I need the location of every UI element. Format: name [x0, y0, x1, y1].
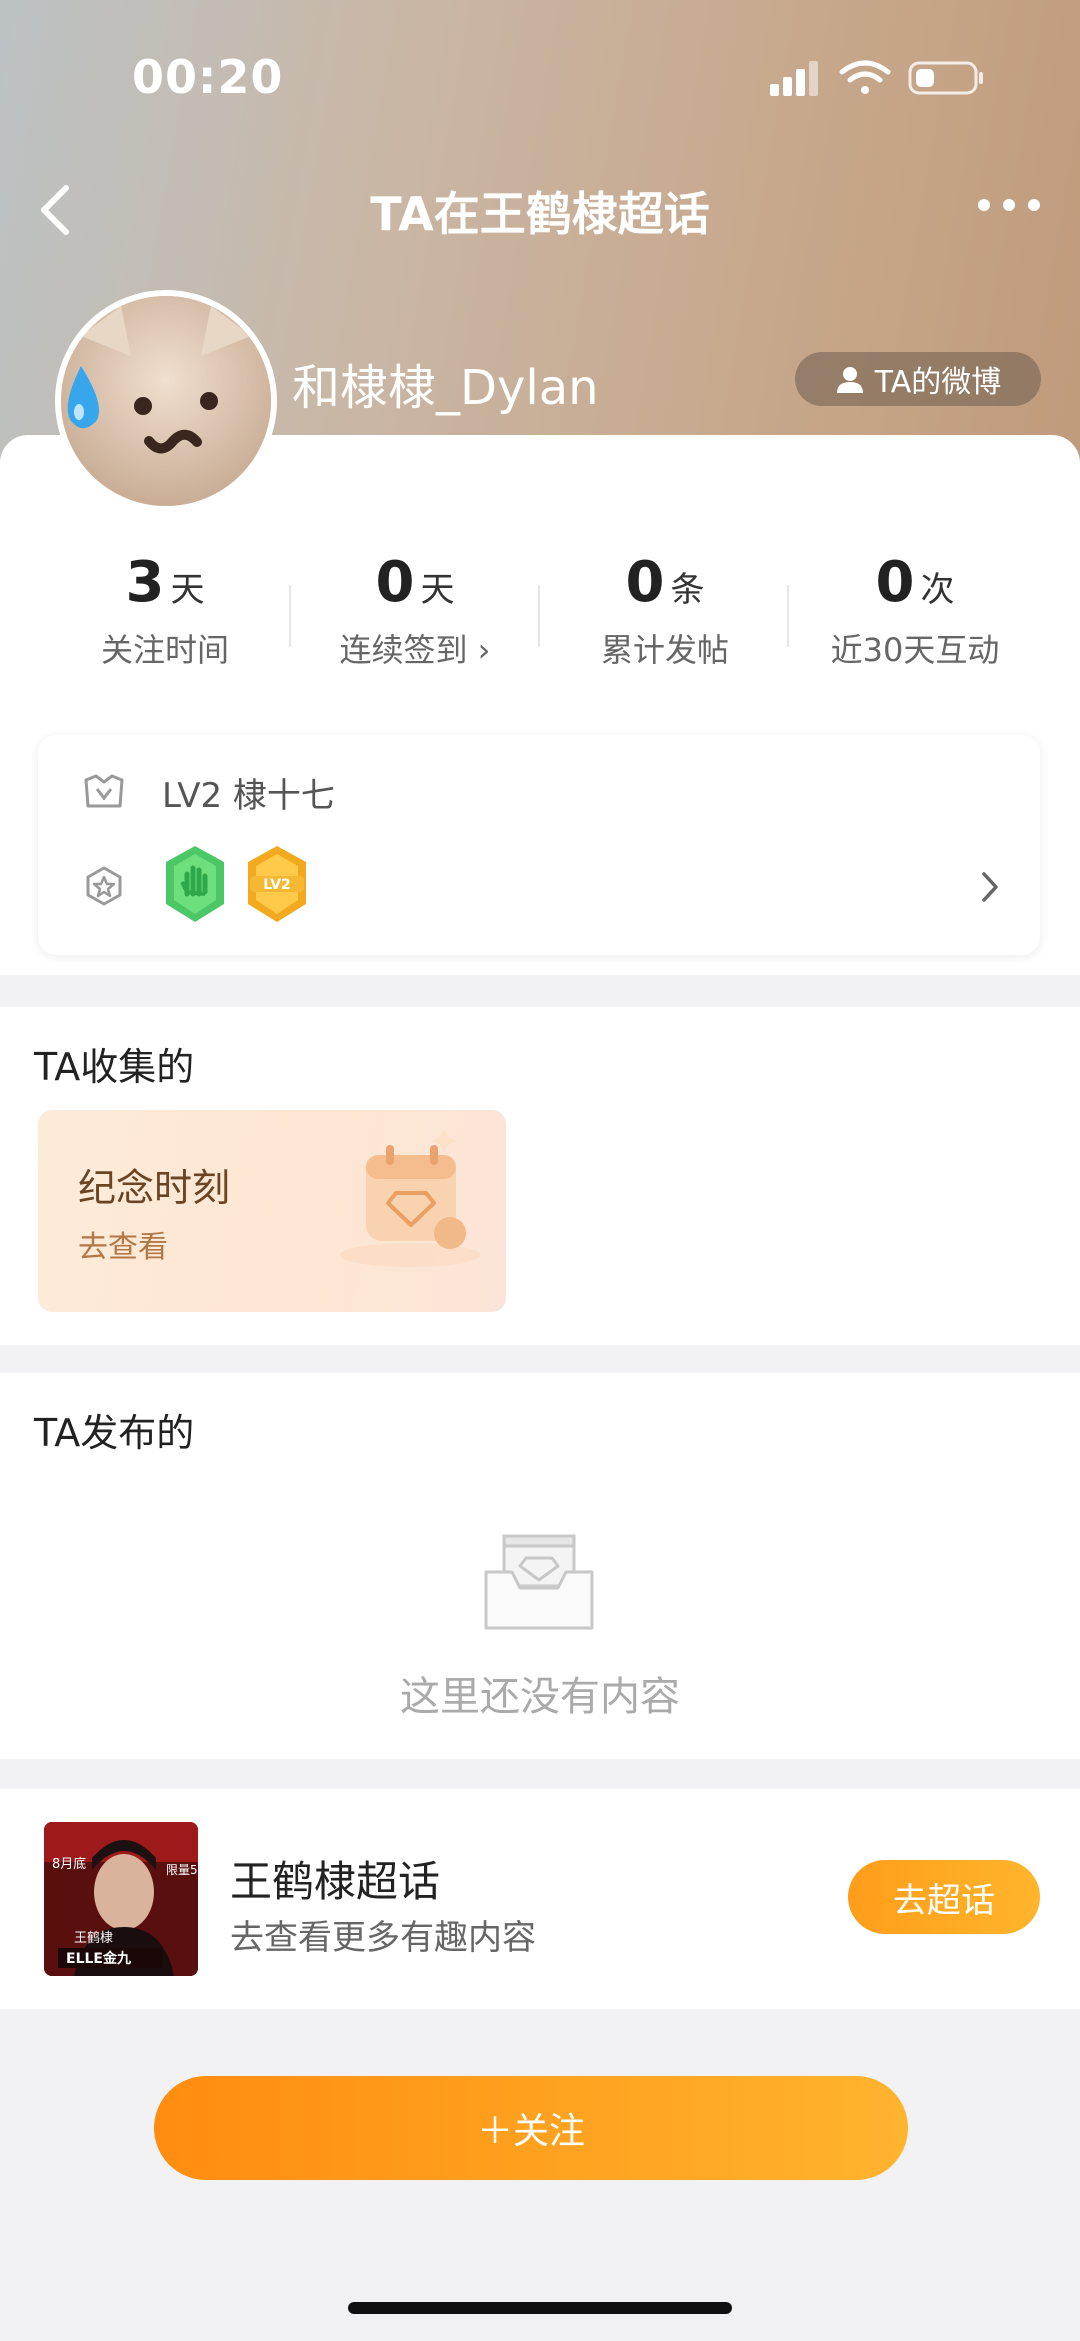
signal-icon — [770, 61, 818, 96]
stat-label: 关注时间 — [100, 631, 229, 669]
empty-box-icon — [484, 1534, 594, 1630]
stat-unit: 天 — [170, 570, 205, 610]
go-super-topic-button[interactable]: 去超话 — [848, 1860, 1040, 1934]
view-weibo-label: TA的微博 — [874, 365, 1002, 400]
cover-name: 王鹤棣 — [74, 1930, 113, 1946]
stat-interactions: 0次 近30天互动 — [790, 550, 1040, 671]
level-crown-icon — [84, 774, 124, 808]
level-badge-icon[interactable]: LV2 — [242, 842, 312, 926]
stat-value: 0 — [875, 550, 915, 615]
memory-link: 去查看 — [78, 1230, 168, 1265]
green-hand-badge-icon[interactable] — [160, 842, 230, 926]
section-divider — [0, 1345, 1080, 1373]
super-topic-cover[interactable]: 8月底 限量5W 王鹤棣 ELLE金九 — [44, 1822, 198, 1976]
view-weibo-button[interactable]: TA的微博 — [795, 352, 1041, 406]
avatar-face-icon — [61, 296, 271, 506]
super-topic-title: 王鹤棣超话 — [230, 1857, 441, 1906]
divider — [787, 585, 789, 647]
stat-unit: 天 — [420, 570, 455, 610]
battery-icon — [908, 61, 983, 95]
section-divider — [0, 1759, 1080, 1789]
empty-text: 这里还没有内容 — [400, 1674, 680, 1720]
status-time: 00:20 — [132, 50, 284, 104]
status-icons — [770, 60, 983, 96]
stat-checkin[interactable]: 0天 连续签到 › — [290, 550, 540, 671]
username: 和棣棣_Dylan — [292, 360, 599, 416]
stat-follow-time: 3天 关注时间 — [40, 550, 290, 671]
published-title: TA发布的 — [34, 1411, 195, 1455]
stat-unit: 次 — [920, 570, 955, 610]
wifi-icon — [839, 60, 891, 94]
stat-label: 近30天互动 — [830, 631, 1000, 669]
calendar-gem-icon — [340, 1129, 480, 1267]
stat-label: 连续签到 › — [339, 631, 491, 669]
cover-tag-left: 8月底 — [52, 1856, 86, 1872]
stat-unit: 条 — [670, 570, 705, 610]
cover-brand: ELLE金九 — [66, 1950, 131, 1967]
level-text: LV2 棣十七 — [162, 776, 335, 816]
section-divider — [0, 975, 1080, 1007]
stat-value: 0 — [625, 550, 665, 615]
medal-icon — [86, 866, 122, 906]
super-topic-subtitle: 去查看更多有趣内容 — [230, 1918, 536, 1958]
collected-title: TA收集的 — [34, 1045, 195, 1089]
cover-image: 8月底 限量5W 王鹤棣 ELLE金九 — [44, 1822, 198, 1976]
home-indicator[interactable] — [348, 2302, 732, 2314]
stat-label: 累计发帖 — [600, 631, 729, 669]
memory-title: 纪念时刻 — [78, 1166, 231, 1210]
chevron-right-icon[interactable] — [978, 870, 1002, 904]
stat-posts: 0条 累计发帖 — [540, 550, 790, 671]
stat-value: 0 — [375, 550, 415, 615]
person-icon — [836, 367, 863, 393]
follow-button[interactable]: ＋关注 — [154, 2076, 908, 2180]
more-icon[interactable] — [974, 190, 1044, 220]
avatar[interactable] — [55, 290, 277, 512]
stat-value: 3 — [125, 550, 165, 615]
level-badge-text: LV2 — [263, 877, 291, 893]
cover-tag-right: 限量5W — [166, 1863, 198, 1877]
page-title: TA在王鹤棣超话 — [370, 187, 710, 241]
